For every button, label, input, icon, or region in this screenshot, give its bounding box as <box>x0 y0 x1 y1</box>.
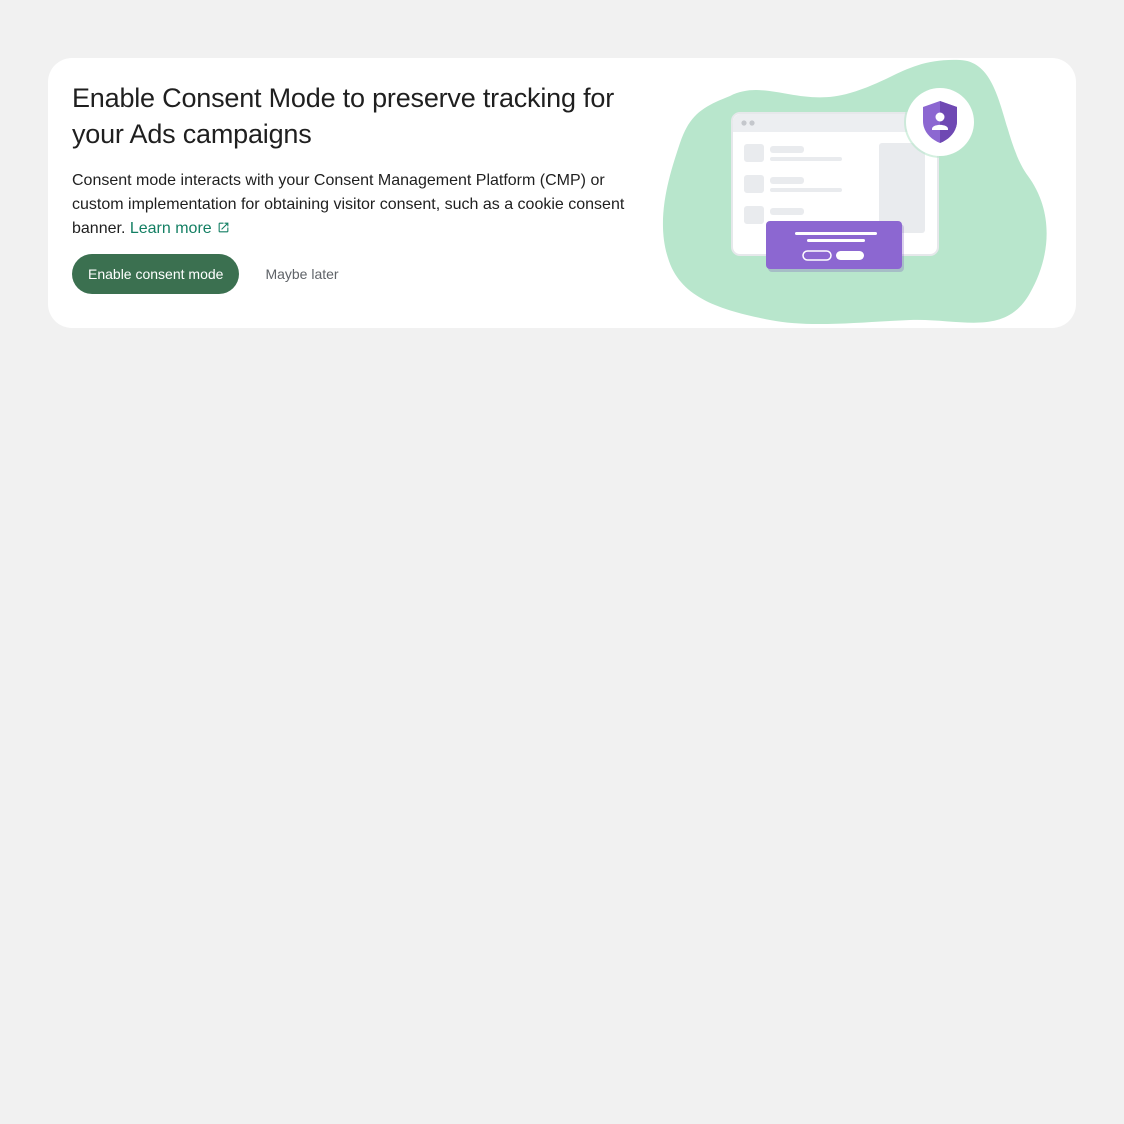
consent-illustration <box>662 59 1047 325</box>
banner-actions: Enable consent mode Maybe later <box>72 254 355 294</box>
enable-consent-mode-button[interactable]: Enable consent mode <box>72 254 240 294</box>
learn-more-label: Learn more <box>129 220 212 237</box>
learn-more-link[interactable]: Learn more <box>130 220 230 237</box>
banner-title: Enable Consent Mode to preserve tracking… <box>72 83 614 149</box>
maybe-later-button[interactable]: Maybe later <box>249 254 354 294</box>
banner-content: Enable Consent Mode to preserve tracking… <box>72 80 652 241</box>
open-in-new-icon <box>218 222 229 233</box>
privacy-shield-icon <box>904 86 976 158</box>
banner-description: Consent mode interacts with your Consent… <box>72 169 642 241</box>
consent-mode-banner: Enable Consent Mode to preserve tracking… <box>48 58 1076 328</box>
cookie-banner-graphic <box>766 221 904 272</box>
